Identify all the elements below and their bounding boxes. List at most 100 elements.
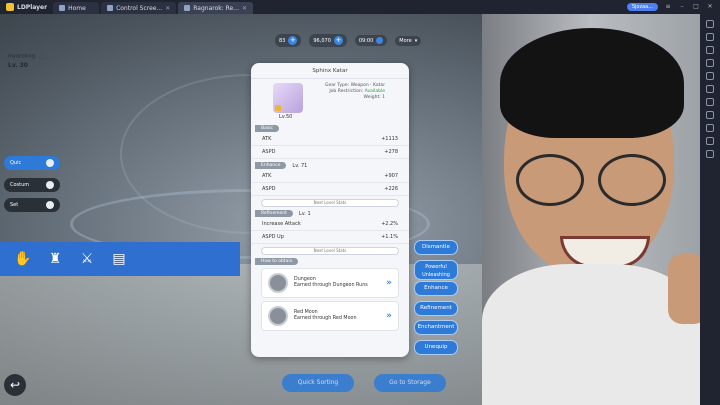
item-title: Sphinx Katar: [251, 63, 409, 79]
job-restriction-value: Available: [364, 89, 386, 94]
resource-item: 96,070 +: [309, 34, 347, 47]
add-resource-icon[interactable]: +: [288, 36, 298, 45]
stat-row: ATK +907: [251, 170, 409, 183]
source-item[interactable]: Dungeon Earned through Dungeon Runs »: [261, 268, 399, 298]
mode-label: Set: [10, 202, 19, 208]
sync-icon[interactable]: [706, 98, 714, 106]
tab-weapon-icon[interactable]: ⚔: [78, 250, 96, 268]
apk-icon[interactable]: [706, 72, 714, 80]
resource-item: 83 +: [275, 34, 302, 47]
refinement-button[interactable]: Refinement: [414, 301, 458, 316]
glasses-lens: [516, 154, 584, 206]
red-moon-icon: [268, 306, 288, 326]
mode-label: Costum: [10, 182, 30, 188]
item-detail-card: Sphinx Katar Lv.50 Gear Type: Weapon · K…: [251, 63, 409, 357]
resource-value: 83: [279, 37, 286, 44]
tab-home[interactable]: Home: [53, 2, 100, 14]
close-icon[interactable]: ✕: [706, 3, 714, 11]
maximize-icon[interactable]: □: [692, 3, 700, 11]
close-tab-icon[interactable]: ✕: [242, 5, 247, 12]
more-label: More: [399, 37, 412, 44]
set-icon: [46, 201, 54, 209]
enhance-level: Lv. 71: [292, 162, 308, 169]
more-menu[interactable]: More ▾: [395, 35, 422, 46]
stat-row: ATK +1113: [251, 133, 409, 146]
streamer-hair: [500, 28, 684, 138]
section-label: Refinement: [255, 210, 293, 217]
chevron-down-icon: ▾: [414, 37, 418, 44]
minimize-icon[interactable]: –: [678, 3, 686, 11]
dismantle-button[interactable]: Dismantle: [414, 240, 458, 255]
record-icon[interactable]: [706, 59, 714, 67]
costume-button[interactable]: Costum: [4, 178, 60, 192]
next-level-stats-button[interactable]: Next Level Stats: [261, 199, 399, 207]
keyboard-icon[interactable]: [706, 20, 714, 28]
location-icon[interactable]: [706, 137, 714, 145]
item-image: [273, 83, 303, 113]
enhance-button[interactable]: Enhance: [414, 281, 458, 296]
set-button[interactable]: Set: [4, 198, 60, 212]
unequip-button[interactable]: Unequip: [414, 340, 458, 355]
folder-icon[interactable]: [706, 85, 714, 93]
stat-value: +1.1%: [381, 234, 398, 240]
stat-name: ATK: [262, 173, 272, 179]
rotate-icon[interactable]: [706, 111, 714, 119]
emulator-titlebar: LDPlayer Home Control Scree... ✕ Ragnaro…: [0, 0, 720, 14]
tab-armor-icon[interactable]: ♜: [46, 250, 64, 268]
enchantment-button[interactable]: Enchantment: [414, 320, 458, 335]
volume-icon[interactable]: [706, 46, 714, 54]
resource-item: 09:00: [354, 35, 388, 46]
emulator-side-toolbar: [700, 14, 720, 405]
quick-button[interactable]: Quic: [4, 156, 60, 170]
menu-icon[interactable]: ≡: [664, 3, 672, 11]
lock-icon[interactable]: [275, 105, 281, 111]
double-chevron-right-icon[interactable]: »: [386, 311, 392, 321]
base-stats-header: Basic: [255, 125, 405, 132]
more-icon[interactable]: [706, 150, 714, 158]
quick-sorting-button[interactable]: Quick Sorting: [282, 374, 354, 392]
back-arrow-icon[interactable]: ↩: [4, 374, 26, 396]
clock-icon: [376, 37, 384, 44]
screenshot-icon[interactable]: [706, 33, 714, 41]
tab-ragnarok[interactable]: Ragnarok: Re... ✕: [178, 2, 254, 14]
app-logo: LDPlayer: [0, 3, 53, 11]
job-restriction-label: Job Restriction:: [329, 89, 364, 94]
refine-level: Lv. 1: [298, 210, 311, 217]
item-header: Lv.50 Gear Type: Weapon · Katar Job Rest…: [251, 79, 409, 122]
source-desc: Earned through Dungeon Runs: [294, 283, 368, 288]
how-to-obtain-header: How to obtain: [255, 258, 405, 265]
add-resource-icon[interactable]: +: [333, 36, 343, 45]
powerful-unleashing-button[interactable]: Powerful Unleashing: [414, 260, 458, 280]
shake-icon[interactable]: [706, 124, 714, 132]
stat-value: +907: [384, 173, 398, 179]
dungeon-icon: [268, 273, 288, 293]
inventory-category-tabs: ✋ ♜ ⚔ ▤: [0, 242, 240, 276]
stat-name: Increase Attack: [262, 221, 301, 227]
gear-icon[interactable]: [39, 52, 48, 60]
item-weight: Weight: 1: [363, 95, 386, 100]
next-level-stats-button[interactable]: Next Level Stats: [261, 247, 399, 255]
close-tab-icon[interactable]: ✕: [165, 5, 170, 12]
resource-bar: 83 + 96,070 + 09:00 More ▾: [275, 34, 422, 47]
account-pill[interactable]: Sjozaa...: [626, 3, 658, 11]
character-info: myaccking Lv. 30: [8, 52, 48, 69]
app-name: LDPlayer: [17, 3, 48, 11]
go-to-storage-button[interactable]: Go to Storage: [374, 374, 446, 392]
character-level: Lv. 30: [8, 62, 28, 69]
stat-row: ASPD Up +1.1%: [251, 231, 409, 244]
stat-name: ASPD: [262, 149, 276, 155]
section-label: How to obtain: [255, 258, 299, 265]
stat-value: +278: [384, 149, 398, 155]
stat-row: Increase Attack +2.2%: [251, 218, 409, 231]
double-chevron-right-icon[interactable]: »: [386, 278, 392, 288]
stat-name: ASPD Up: [262, 234, 284, 240]
source-item[interactable]: Red Moon Earned through Red Moon »: [261, 301, 399, 331]
streamer-hand: [668, 254, 700, 324]
stat-row: ASPD +278: [251, 146, 409, 159]
wifi-icon: [46, 159, 54, 167]
tab-cards-icon[interactable]: ▤: [110, 250, 128, 268]
tab-character-icon[interactable]: ✋: [14, 250, 32, 268]
tab-control-screen[interactable]: Control Scree... ✕: [101, 2, 177, 14]
stat-name: ASPD: [262, 186, 276, 192]
resource-value: 09:00: [358, 37, 374, 44]
